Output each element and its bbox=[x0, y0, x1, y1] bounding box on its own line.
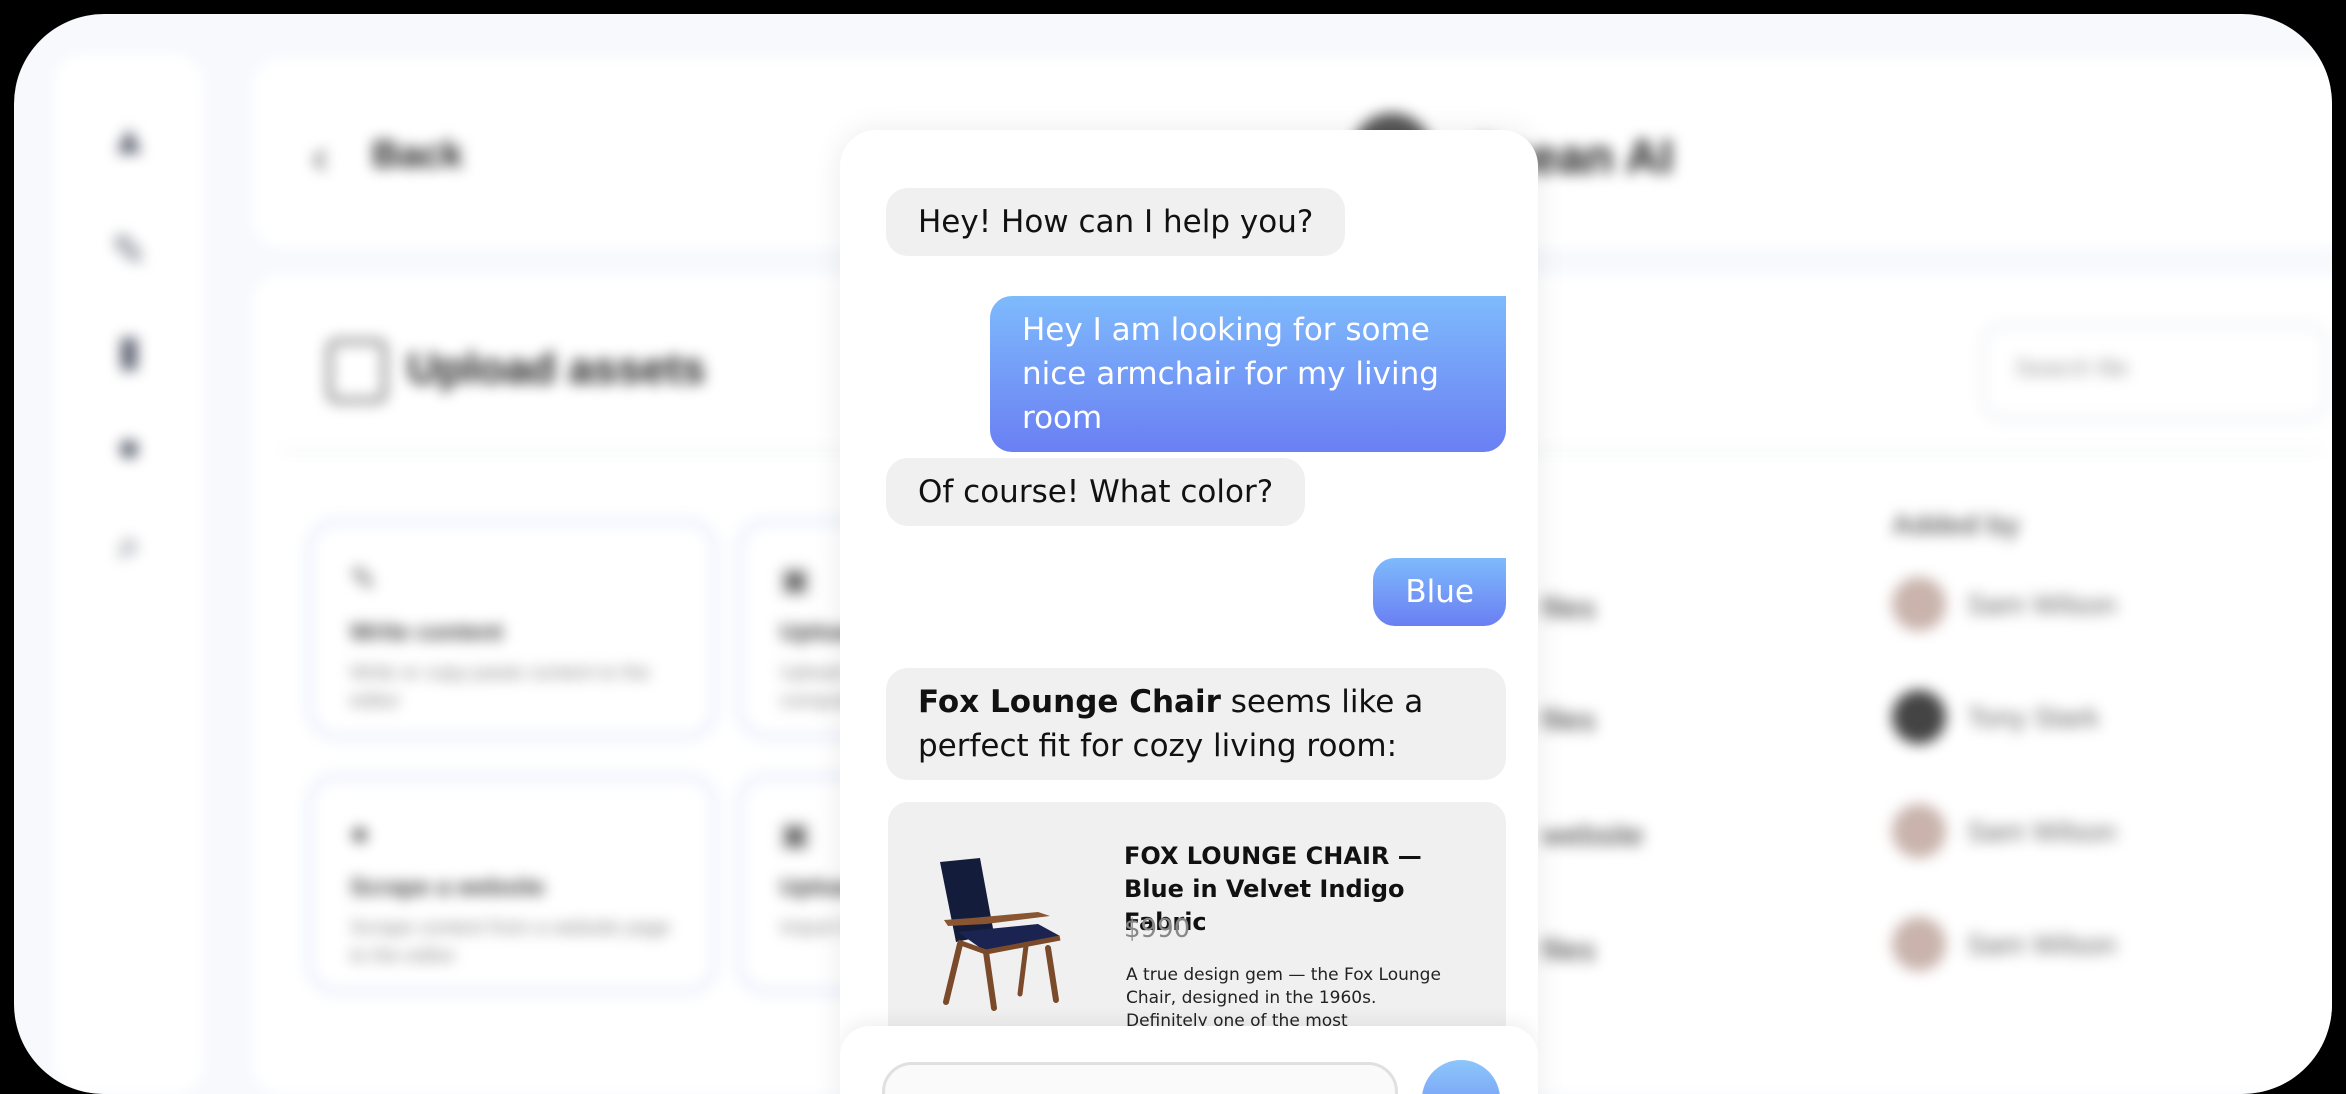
avatar bbox=[1892, 917, 1946, 971]
search-input[interactable]: Search file bbox=[1982, 324, 2328, 420]
avatar bbox=[1892, 804, 1946, 858]
avatar bbox=[1892, 690, 1946, 744]
bot-message: Hey! How can I help you? bbox=[886, 188, 1346, 256]
row-type: files bbox=[1542, 934, 1596, 967]
row-type: files bbox=[1542, 704, 1596, 737]
row-type: website bbox=[1542, 819, 1644, 852]
armchair-image bbox=[940, 858, 1061, 1011]
card-title: Scrape a website bbox=[350, 874, 545, 901]
upload-icon: ▣ bbox=[780, 561, 811, 597]
product-card[interactable]: FOX LOUNGE CHAIR — Blue in Velvet Indigo… bbox=[888, 802, 1506, 1062]
card-scrape-website[interactable]: ● Scrape a website Scrape content from a… bbox=[307, 774, 717, 994]
person-name: Sam Wilson bbox=[1967, 929, 2117, 960]
pencil-icon: ✎ bbox=[350, 561, 377, 597]
card-write-content[interactable]: ✎ Write content Write or copy-paste cont… bbox=[307, 519, 717, 739]
panel-title: Upload assets bbox=[407, 344, 706, 393]
card-title: Write content bbox=[350, 619, 503, 646]
user-message: Blue bbox=[1373, 558, 1506, 626]
chevron-left-icon[interactable]: ‹ bbox=[312, 130, 328, 185]
person-name: Tony Stark bbox=[1967, 702, 2100, 733]
globe-icon: ● bbox=[350, 815, 370, 851]
user-message: Hey I am looking for some nice armchair … bbox=[990, 296, 1506, 452]
link-icon: ▣ bbox=[780, 816, 811, 852]
person-name: Sam Wilson bbox=[1967, 589, 2117, 620]
document-icon[interactable]: ▮ bbox=[104, 326, 154, 376]
card-desc: Scrape content from a website page to th… bbox=[350, 917, 671, 967]
chat-window: Hey! How can I help you? Hey I am lookin… bbox=[840, 130, 1538, 1094]
product-mention: Fox Lounge Chair bbox=[918, 684, 1221, 720]
search-placeholder: Search file bbox=[2015, 355, 2129, 382]
chat-input[interactable] bbox=[882, 1062, 1398, 1094]
send-button[interactable] bbox=[1422, 1060, 1500, 1094]
product-price: $990 bbox=[1124, 914, 1191, 944]
chat-composer bbox=[840, 1026, 1538, 1094]
back-button[interactable]: Back bbox=[372, 134, 463, 177]
sidebar: ▲ ✎ ▮ ● ⌕ bbox=[54, 54, 204, 1094]
search-icon[interactable]: ⌕ bbox=[104, 520, 154, 570]
person-name: Sam Wilson bbox=[1967, 816, 2117, 847]
bot-message: Of course! What color? bbox=[886, 458, 1306, 526]
device-frame: ▲ ✎ ▮ ● ⌕ ‹ Back Ocean AI Upload assets … bbox=[14, 14, 2332, 1094]
pencil-icon[interactable]: ✎ bbox=[104, 226, 154, 276]
bot-message: Fox Lounge Chair seems like a perfect fi… bbox=[886, 668, 1506, 780]
upload-icon bbox=[327, 339, 387, 403]
logo-icon: ▲ bbox=[108, 115, 150, 162]
row-type: files bbox=[1542, 592, 1596, 625]
column-header-added-by: Added by bbox=[1892, 509, 2020, 540]
card-desc: Write or copy-paste content to the edito… bbox=[350, 662, 650, 712]
chat-icon[interactable]: ● bbox=[104, 422, 154, 472]
avatar bbox=[1892, 577, 1946, 631]
